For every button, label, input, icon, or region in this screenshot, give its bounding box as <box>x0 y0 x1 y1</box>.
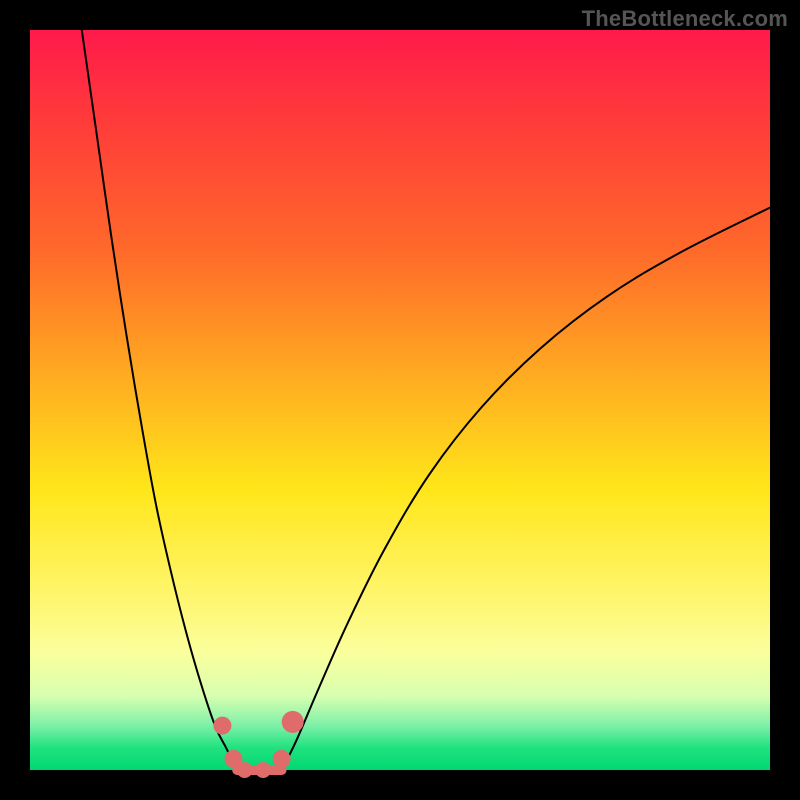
series-left-curve <box>82 30 237 770</box>
marker-left-marker-high <box>213 717 231 735</box>
plot-svg <box>30 30 770 770</box>
plot-area <box>30 30 770 770</box>
marker-bottom-dot-a <box>237 762 253 778</box>
marker-bottom-dot-b <box>255 762 271 778</box>
attribution-text: TheBottleneck.com <box>582 6 788 32</box>
series-right-curve <box>282 208 770 770</box>
marker-right-marker-low <box>273 750 291 768</box>
marker-right-marker-high <box>282 711 304 733</box>
chart-frame: TheBottleneck.com <box>0 0 800 800</box>
